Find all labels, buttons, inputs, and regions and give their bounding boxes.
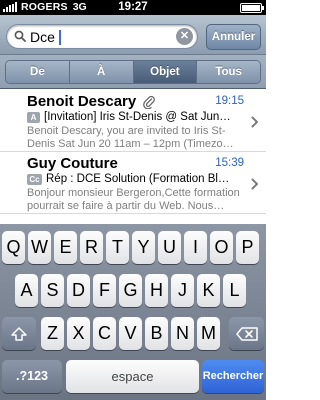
shift-key[interactable] xyxy=(2,317,36,350)
search-bar: ✕ Annuler xyxy=(0,15,266,55)
key-u[interactable]: U xyxy=(158,231,181,264)
search-results-list: Benoit Descary 19:15 A [Invitation] Iris… xyxy=(0,90,266,224)
shift-arrow-icon xyxy=(11,327,27,341)
scope-tab-from[interactable]: De xyxy=(6,61,70,83)
key-z[interactable]: Z xyxy=(41,317,64,350)
key-d[interactable]: D xyxy=(67,274,90,307)
key-x[interactable]: X xyxy=(67,317,90,350)
recipient-badge: A xyxy=(27,112,40,123)
search-key[interactable]: Rechercher xyxy=(202,360,264,393)
key-m[interactable]: M xyxy=(197,317,220,350)
delete-key[interactable] xyxy=(229,317,264,350)
message-sender: Guy Couture xyxy=(27,155,118,172)
key-i[interactable]: I xyxy=(184,231,207,264)
paperclip-icon xyxy=(143,95,155,109)
key-v[interactable]: V xyxy=(119,317,142,350)
key-q[interactable]: Q xyxy=(2,231,25,264)
message-time: 19:15 xyxy=(215,95,244,107)
message-subject: Rép : DCE Solution (Formation Bl… xyxy=(46,173,230,185)
battery-icon xyxy=(240,3,264,13)
cc-badge: Cc xyxy=(27,174,42,185)
key-n[interactable]: N xyxy=(171,317,194,350)
status-bar: ROGERS 3G 19:27 xyxy=(0,0,266,15)
key-r[interactable]: R xyxy=(80,231,103,264)
backspace-icon xyxy=(235,327,258,341)
list-item[interactable]: Benoit Descary 19:15 A [Invitation] Iris… xyxy=(0,90,266,152)
chevron-right-icon xyxy=(251,116,258,128)
message-preview: Benoit Descary, you are invited to Iris … xyxy=(27,125,234,150)
search-input[interactable] xyxy=(30,28,170,46)
numbers-key[interactable]: .?123 xyxy=(2,360,62,393)
search-field[interactable]: ✕ xyxy=(6,24,198,49)
scope-tab-all[interactable]: Tous xyxy=(197,61,260,83)
key-h[interactable]: H xyxy=(145,274,168,307)
key-f[interactable]: F xyxy=(93,274,116,307)
key-w[interactable]: W xyxy=(28,231,51,264)
message-sender: Benoit Descary xyxy=(27,93,137,110)
cancel-button[interactable]: Annuler xyxy=(206,24,261,50)
key-y[interactable]: Y xyxy=(132,231,155,264)
key-e[interactable]: E xyxy=(54,231,77,264)
search-icon xyxy=(14,30,26,42)
message-time: 15:39 xyxy=(215,157,244,169)
scope-tab-subject[interactable]: Objet xyxy=(133,61,198,83)
search-scope-bar: De À Objet Tous xyxy=(0,55,266,89)
key-s[interactable]: S xyxy=(41,274,64,307)
key-l[interactable]: L xyxy=(223,274,246,307)
text-cursor xyxy=(59,30,61,45)
message-subject: [Invitation] Iris St-Denis @ Sat Jun… xyxy=(44,111,231,123)
key-t[interactable]: T xyxy=(106,231,129,264)
message-preview: Bonjour monsieur Bergeron,Cette formatio… xyxy=(27,187,240,212)
onscreen-keyboard: Q W E R T Y U I O P A S D F G H J K L Z … xyxy=(0,224,266,400)
clear-x-icon[interactable]: ✕ xyxy=(176,28,193,45)
space-key[interactable]: espace xyxy=(66,360,199,393)
key-g[interactable]: G xyxy=(119,274,142,307)
key-k[interactable]: K xyxy=(197,274,220,307)
list-item[interactable]: Guy Couture 15:39 Cc Rép : DCE Solution … xyxy=(0,152,266,214)
key-a[interactable]: A xyxy=(15,274,38,307)
scope-segmented-control: De À Objet Tous xyxy=(5,60,261,84)
key-j[interactable]: J xyxy=(171,274,194,307)
clock: 19:27 xyxy=(118,1,148,13)
chevron-right-icon xyxy=(251,178,258,190)
key-b[interactable]: B xyxy=(145,317,168,350)
scope-tab-to[interactable]: À xyxy=(69,61,134,83)
key-c[interactable]: C xyxy=(93,317,116,350)
key-o[interactable]: O xyxy=(210,231,233,264)
key-p[interactable]: P xyxy=(236,231,259,264)
